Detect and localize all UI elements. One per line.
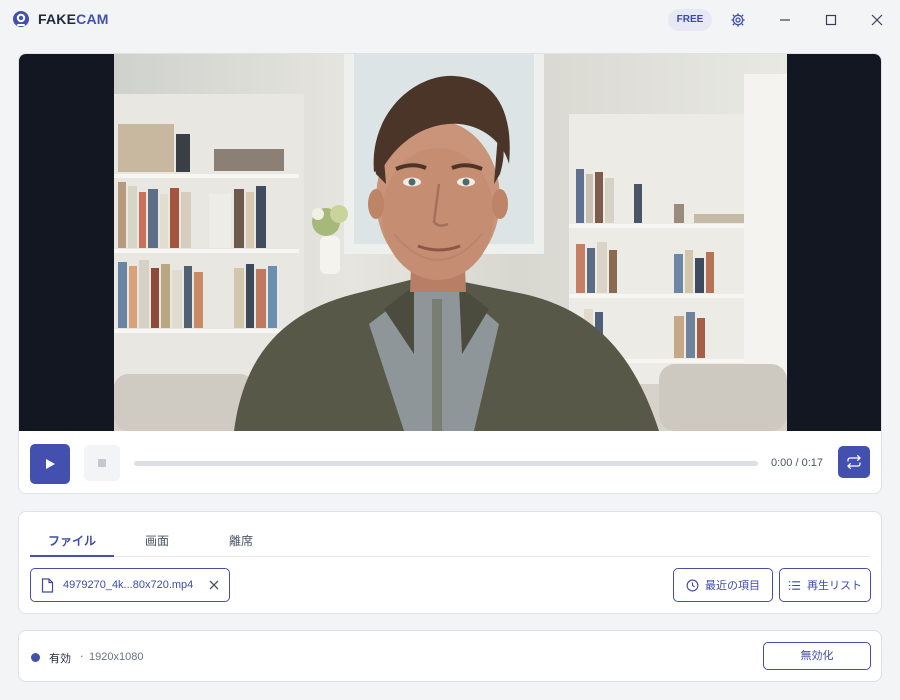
stop-button[interactable]	[84, 445, 120, 481]
close-icon[interactable]	[867, 10, 887, 30]
file-icon	[41, 578, 54, 593]
tab-file[interactable]: ファイル	[30, 532, 114, 549]
player-controls: 0:00 / 0:17	[19, 431, 881, 493]
disable-button[interactable]: 無効化	[763, 642, 871, 670]
tab-active-indicator	[30, 555, 114, 557]
duration: 0:17	[801, 457, 824, 469]
app-brand: FAKECAM	[38, 11, 109, 27]
play-icon	[46, 459, 55, 469]
player-card: 0:00 / 0:17	[18, 53, 882, 494]
status-separator: ·	[80, 650, 84, 663]
tab-away[interactable]: 離席	[221, 532, 261, 549]
tab-divider	[30, 556, 870, 557]
recent-items-button[interactable]: 最近の項目	[673, 568, 773, 602]
progress-bar[interactable]	[134, 461, 758, 466]
video-preview[interactable]	[19, 54, 881, 431]
status-resolution: 1920x1080	[89, 651, 144, 663]
maximize-icon[interactable]	[821, 10, 841, 30]
brand-part-1: FAKE	[38, 11, 77, 27]
playlist-button[interactable]: 再生リスト	[779, 568, 871, 602]
status-bar: 有効 · 1920x1080 無効化	[18, 630, 882, 682]
stop-icon	[98, 459, 106, 467]
source-panel: ファイル 画面 離席 4979270_4k...80x720.mp4 最近の項目…	[18, 511, 882, 614]
recent-items-label: 最近の項目	[705, 579, 760, 592]
status-label: 有効	[49, 652, 71, 665]
list-icon	[788, 580, 801, 590]
time-separator: /	[795, 457, 799, 469]
title-bar: FAKECAM FREE	[0, 0, 900, 40]
status-indicator	[31, 653, 40, 662]
tab-screen[interactable]: 画面	[137, 532, 177, 549]
loop-icon	[847, 454, 861, 470]
video-frame	[114, 54, 787, 431]
loop-button[interactable]	[838, 446, 870, 478]
playlist-label: 再生リスト	[807, 579, 862, 592]
time-display: 0:00 / 0:17	[771, 457, 823, 469]
current-time: 0:00	[771, 457, 793, 469]
webcam-video-frame	[114, 54, 787, 431]
clock-icon	[686, 579, 699, 591]
selected-file-chip[interactable]: 4979270_4k...80x720.mp4	[30, 568, 230, 602]
play-button[interactable]	[30, 444, 70, 484]
plan-badge[interactable]: FREE	[668, 9, 712, 31]
file-name: 4979270_4k...80x720.mp4	[63, 579, 194, 591]
minimize-icon[interactable]	[775, 10, 795, 30]
webcam-logo-icon	[13, 11, 29, 27]
brand-part-2: CAM	[76, 11, 109, 27]
gear-icon[interactable]	[728, 10, 748, 30]
remove-file-icon[interactable]	[207, 578, 221, 592]
